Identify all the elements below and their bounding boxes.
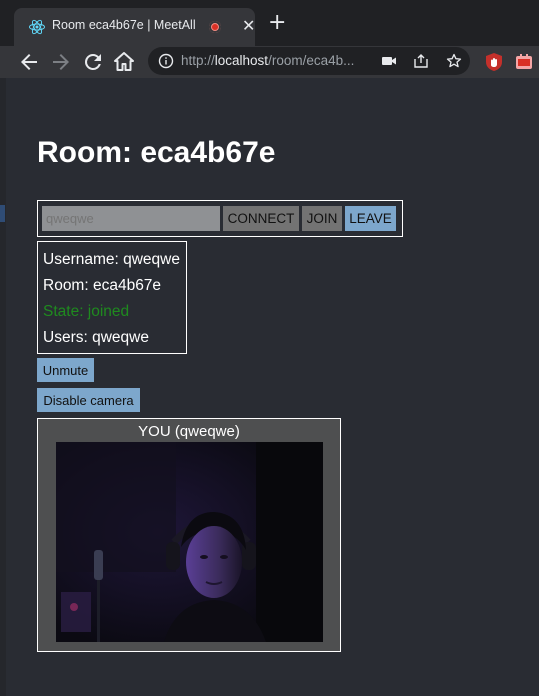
state-info: State: joined: [43, 303, 130, 320]
join-button[interactable]: JOIN: [302, 206, 342, 231]
leave-button[interactable]: LEAVE: [345, 206, 396, 231]
local-video-feed: [56, 442, 323, 642]
unmute-button[interactable]: Unmute: [37, 358, 94, 382]
url-host: localhost: [214, 53, 269, 68]
page-edge-marker: [0, 205, 5, 222]
room-info-panel: Username: qweqwe Room: eca4b67e State: j…: [37, 241, 187, 354]
page-title: Room: eca4b67e: [37, 136, 276, 169]
video-label: YOU (qweqwe): [138, 423, 240, 440]
camera-icon[interactable]: [381, 53, 397, 69]
page-edge: [0, 78, 6, 696]
username-info: Username: qweqwe: [43, 251, 180, 268]
ublock-icon[interactable]: [484, 52, 504, 72]
disable-camera-button[interactable]: Disable camera: [37, 388, 140, 412]
url-text: http://localhost/room/eca4b...: [181, 53, 354, 68]
star-icon[interactable]: [446, 53, 462, 69]
username-input[interactable]: [42, 206, 220, 231]
room-info: Room: eca4b67e: [43, 277, 162, 294]
back-arrow-icon[interactable]: [17, 50, 41, 74]
address-bar[interactable]: http://localhost/room/eca4b...: [148, 47, 470, 75]
share-icon[interactable]: [413, 53, 429, 69]
reload-icon[interactable]: [81, 50, 105, 74]
users-info: Users: qweqwe: [43, 329, 149, 346]
recording-dot-icon: [209, 21, 221, 33]
url-scheme: http://: [181, 53, 215, 68]
webcam-frame-image: [56, 442, 323, 642]
local-video-card: YOU (qweqwe): [37, 418, 341, 652]
connect-button[interactable]: CONNECT: [223, 206, 299, 231]
browser-tab[interactable]: Room eca4b67e | MeetAll ✕: [14, 8, 255, 46]
home-icon[interactable]: [112, 50, 136, 74]
browser-toolbar: http://localhost/room/eca4b...: [0, 46, 539, 78]
ext-icon[interactable]: [514, 52, 534, 72]
react-icon: [29, 19, 45, 35]
room-controls: CONNECT JOIN LEAVE: [37, 200, 403, 237]
close-tab-icon[interactable]: ✕: [242, 17, 255, 35]
new-tab-button[interactable]: +: [268, 11, 286, 35]
url-path: /room/eca4b...: [268, 53, 355, 68]
tab-title: Room eca4b67e | MeetAll: [52, 18, 196, 32]
forward-arrow-icon[interactable]: [49, 50, 73, 74]
browser-tab-strip: Room eca4b67e | MeetAll ✕ +: [0, 0, 539, 46]
not-secure-info-icon[interactable]: [158, 53, 174, 69]
